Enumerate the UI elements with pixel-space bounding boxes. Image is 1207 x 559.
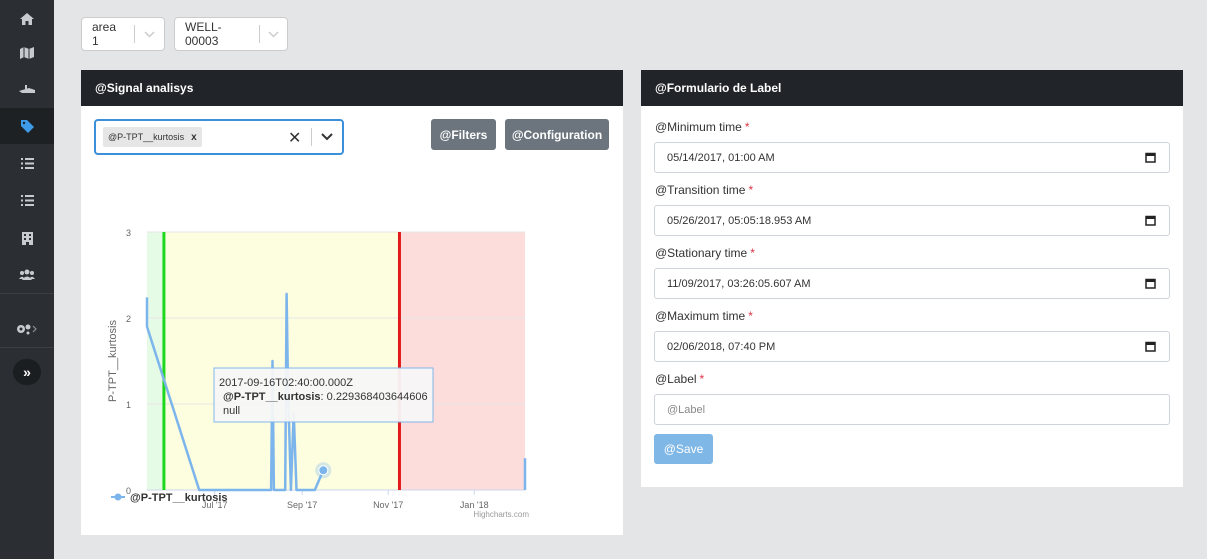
input-value: 05/26/2017, 05:05:18.953 AM — [667, 214, 812, 227]
sidebar-item-home[interactable] — [0, 1, 54, 37]
plot-band — [399, 232, 525, 490]
panel-title: @Formulario de Label — [641, 70, 1183, 106]
label-text: @Maximum time — [655, 309, 746, 323]
tooltip-date: 2017-09-16T02:40:00.000Z — [219, 377, 353, 389]
chevron-down-icon — [135, 30, 164, 38]
label-field-label: @Label * — [655, 372, 704, 386]
sidebar-item-settings[interactable] — [0, 311, 54, 347]
area-select[interactable]: area 1 — [81, 17, 165, 51]
data-point — [318, 465, 329, 476]
stationary-time-input[interactable]: 11/09/2017, 03:26:05.607 AM — [654, 268, 1170, 299]
tooltip-value: : 0.229368403644606 — [321, 391, 428, 403]
panel-title: @Signal analisys — [81, 70, 623, 106]
chevron-down-icon — [260, 30, 287, 38]
required-mark: * — [744, 120, 750, 134]
label-input[interactable]: @Label — [654, 394, 1170, 425]
plot-band — [147, 232, 164, 490]
sidebar-item-building[interactable] — [0, 220, 54, 256]
minimum-time-input[interactable]: 05/14/2017, 01:00 AM — [654, 142, 1170, 173]
required-mark: * — [748, 183, 754, 197]
label-text: @Stationary time — [655, 246, 748, 260]
sidebar-divider — [0, 347, 54, 348]
sidebar-item-labels[interactable] — [0, 108, 54, 144]
required-mark: * — [750, 246, 755, 260]
y-tick-label: 3 — [126, 228, 131, 238]
maximum-time-label: @Maximum time * — [655, 309, 753, 323]
home-icon — [20, 13, 34, 25]
input-value: 02/06/2018, 07:40 PM — [667, 340, 776, 353]
tooltip-series-name: @P-TPT__kurtosis — [223, 391, 321, 403]
sidebar-item-users[interactable] — [0, 256, 54, 292]
building-icon — [21, 231, 33, 245]
well-select[interactable]: WELL-00003 — [174, 17, 288, 51]
x-tick-label: Jan '18 — [460, 500, 489, 510]
calendar-icon[interactable] — [1145, 278, 1156, 289]
signal-chart[interactable]: @Click and drag in the plot area to zoom… — [81, 106, 623, 520]
settings-icon — [17, 324, 37, 335]
maximum-time-input[interactable]: 02/06/2018, 07:40 PM — [654, 331, 1170, 362]
required-mark: * — [699, 372, 705, 386]
tooltip-series: @P-TPT__kurtosis: 0.229368403644606 — [223, 391, 428, 403]
sidebar-item-wells[interactable] — [0, 72, 54, 108]
stationary-time-label: @Stationary time * — [655, 246, 755, 260]
y-tick-label: 1 — [126, 400, 131, 410]
input-value: 05/14/2017, 01:00 AM — [667, 151, 775, 164]
save-button[interactable]: @Save — [654, 434, 713, 464]
sidebar-item-map[interactable] — [0, 35, 54, 71]
well-select-value: WELL-00003 — [185, 20, 222, 48]
x-tick-label: Nov '17 — [373, 500, 403, 510]
legend-marker — [114, 493, 122, 501]
calendar-icon[interactable] — [1145, 341, 1156, 352]
tooltip-null: null — [223, 405, 240, 417]
transition-time-label: @Transition time * — [655, 183, 753, 197]
plot-band — [163, 232, 400, 490]
label-text: @Transition time — [655, 183, 746, 197]
oil-pump-icon — [19, 85, 35, 93]
y-axis-title: P-TPT__kurtosis — [107, 320, 119, 402]
map-icon — [20, 47, 34, 59]
list-icon — [20, 157, 34, 169]
label-text: @Label — [655, 372, 697, 386]
transition-time-input[interactable]: 05/26/2017, 05:05:18.953 AM — [654, 205, 1170, 236]
chart-tooltip: 2017-09-16T02:40:00.000Z @P-TPT__kurtosi… — [213, 367, 434, 423]
calendar-icon[interactable] — [1145, 215, 1156, 226]
list-icon — [20, 194, 34, 206]
sidebar-item-list-1[interactable] — [0, 145, 54, 181]
y-tick-label: 2 — [126, 314, 131, 324]
area-select-value: area 1 — [92, 20, 117, 48]
sidebar: » — [0, 0, 54, 559]
users-icon — [19, 269, 35, 280]
calendar-icon[interactable] — [1145, 152, 1156, 163]
chart-credits[interactable]: Highcharts.com — [473, 510, 529, 519]
input-placeholder: @Label — [667, 403, 706, 416]
signal-analysis-panel: @Signal analisys @P-TPT__kurtosis x ✕ @F… — [81, 70, 623, 535]
input-value: 11/09/2017, 03:26:05.607 AM — [667, 277, 811, 290]
sidebar-expand-button[interactable]: » — [13, 359, 41, 385]
sidebar-item-list-2[interactable] — [0, 182, 54, 218]
legend-label: @P-TPT__kurtosis — [130, 492, 228, 504]
label-form-panel: @Formulario de Label @Minimum time * 05/1… — [641, 70, 1183, 487]
label-text: @Minimum time — [655, 120, 742, 134]
required-mark: * — [748, 309, 753, 323]
x-tick-label: Sep '17 — [287, 500, 317, 510]
tag-icon — [20, 119, 34, 133]
sidebar-divider — [0, 293, 54, 294]
minimum-time-label: @Minimum time * — [655, 120, 750, 134]
